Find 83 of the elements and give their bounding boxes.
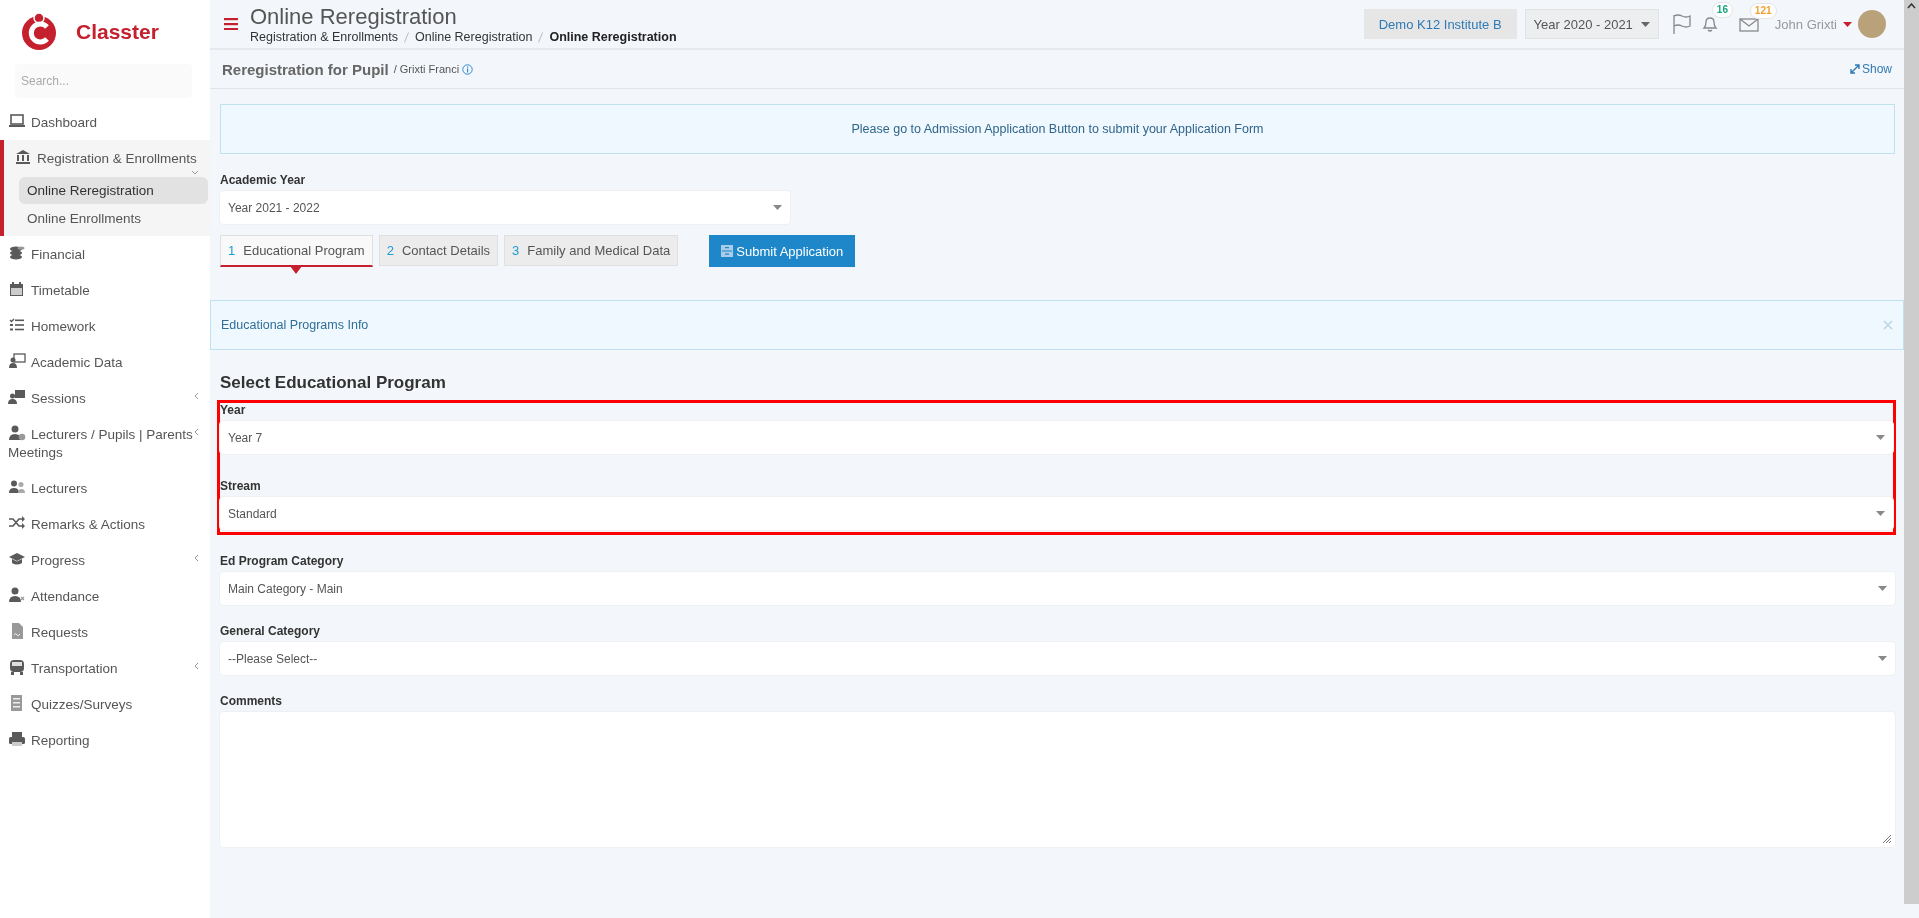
expand-icon — [1849, 64, 1860, 74]
sidebar-item[interactable]: Progress — [0, 542, 210, 578]
page-title: Online Reregistration — [250, 4, 458, 29]
bell-icon[interactable] — [1700, 17, 1719, 33]
step-tab[interactable]: 3 Family and Medical Data — [504, 235, 679, 266]
field-label: General Category — [220, 624, 322, 638]
sidebar-item[interactable]: Academic Data — [0, 344, 210, 380]
printer-icon — [8, 730, 26, 748]
menu-icon[interactable] — [224, 18, 238, 30]
section-title: Select Educational Program — [220, 373, 447, 393]
teacher-board-icon — [8, 352, 26, 370]
message-badge: 121 — [1749, 3, 1777, 19]
submenu-item[interactable]: Online Reregistration — [19, 177, 208, 204]
active-step-pointer-icon — [290, 266, 303, 274]
alert-message: Please go to Admission Application Button to submit your Application Form — [220, 104, 1895, 154]
logo-icon — [20, 12, 58, 52]
select-field[interactable]: Year 7 — [220, 421, 1893, 454]
search-field[interactable]: Search... — [15, 64, 192, 98]
select-field[interactable]: Main Category - Main — [220, 572, 1895, 605]
sidebar-item[interactable]: Timetable — [0, 272, 210, 308]
laptop-icon — [8, 112, 26, 130]
field-label: Academic Year — [220, 173, 307, 187]
submenu-item[interactable]: Online Enrollments — [19, 205, 208, 232]
bus-icon — [8, 658, 26, 676]
breadcrumb-item[interactable]: Online Reregistration — [415, 30, 533, 44]
checklist-icon — [8, 316, 26, 334]
panel-title: Reregistration for Pupil — [222, 60, 389, 78]
dropdown-caret-icon — [1878, 586, 1887, 591]
sidebar-item[interactable]: Reporting — [0, 722, 210, 758]
dropdown-caret-icon — [1878, 656, 1887, 661]
sidebar-item[interactable]: Sessions — [0, 380, 210, 416]
avatar[interactable] — [1858, 10, 1886, 38]
brand-name: Classter — [76, 20, 159, 44]
pupil-name: / Grixti Franci — [393, 63, 460, 75]
dropdown-caret-icon — [1876, 511, 1885, 516]
user-clock-icon — [8, 424, 26, 442]
resize-grip-icon — [1882, 834, 1892, 844]
notification-badge: 16 — [1711, 2, 1733, 18]
breadcrumb-item[interactable]: Registration & Enrollments — [250, 30, 398, 44]
textarea-field[interactable] — [220, 712, 1895, 847]
breadcrumb-separator-icon — [538, 31, 544, 43]
step-tab[interactable]: 2 Contact Details — [378, 235, 499, 266]
archive-icon — [721, 245, 734, 257]
envelope-icon[interactable] — [1738, 18, 1759, 32]
dropdown-caret-icon — [1876, 435, 1885, 440]
field-label: Comments — [220, 694, 283, 708]
sidebar-item[interactable]: Transportation — [0, 650, 210, 686]
sidebar-item[interactable]: Lecturers — [0, 470, 210, 506]
submit-application-button[interactable]: Submit Application — [709, 235, 856, 267]
scrollbar[interactable] — [1904, 0, 1919, 904]
dropdown-caret-icon — [773, 205, 782, 210]
year-dropdown[interactable]: Year 2020 - 2021 — [1524, 9, 1659, 39]
shuffle-icon — [8, 514, 26, 532]
calendar-icon — [8, 280, 26, 298]
academic-year-select[interactable]: Year 2021 - 2022 — [220, 191, 790, 224]
sidebar-item[interactable]: Homework — [0, 308, 210, 344]
breadcrumb-separator-icon — [404, 31, 409, 43]
caret-down-icon — [1843, 21, 1852, 27]
presentation-icon — [8, 388, 26, 406]
user-x-icon — [8, 586, 26, 604]
field-label: Ed Program Category — [220, 554, 345, 568]
flag-icon[interactable] — [1670, 13, 1691, 35]
sidebar-item[interactable]: Remarks & Actions — [0, 506, 210, 542]
info-bar-title[interactable]: Educational Programs Info — [221, 318, 369, 332]
sidebar-item[interactable]: Dashboard — [0, 104, 210, 140]
sidebar-item[interactable]: Attendance — [0, 578, 210, 614]
select-field[interactable]: Standard — [220, 497, 1893, 530]
field-label: Stream — [220, 479, 262, 493]
show-link[interactable]: Show — [1849, 62, 1892, 76]
sidebar-item[interactable]: Lecturers / Pupils | Parents Meetings — [0, 416, 210, 470]
info-icon — [462, 63, 474, 75]
coins-icon — [8, 244, 26, 262]
institute-button[interactable]: Demo K12 Institute B — [1363, 9, 1517, 39]
sidebar-item[interactable]: Quizzes/Surveys — [0, 686, 210, 722]
select-field[interactable]: --Please Select-- — [220, 642, 1895, 675]
bank-icon — [14, 148, 32, 166]
sidebar-item[interactable]: Financial — [0, 236, 210, 272]
breadcrumb-item: Online Reregistration — [549, 30, 677, 44]
field-label: Year — [220, 403, 247, 417]
sidebar-item[interactable]: Registration & Enrollments — [4, 140, 210, 176]
users-icon — [8, 478, 26, 496]
caret-down-icon — [1640, 21, 1650, 27]
sidebar-item[interactable]: Requests — [0, 614, 210, 650]
